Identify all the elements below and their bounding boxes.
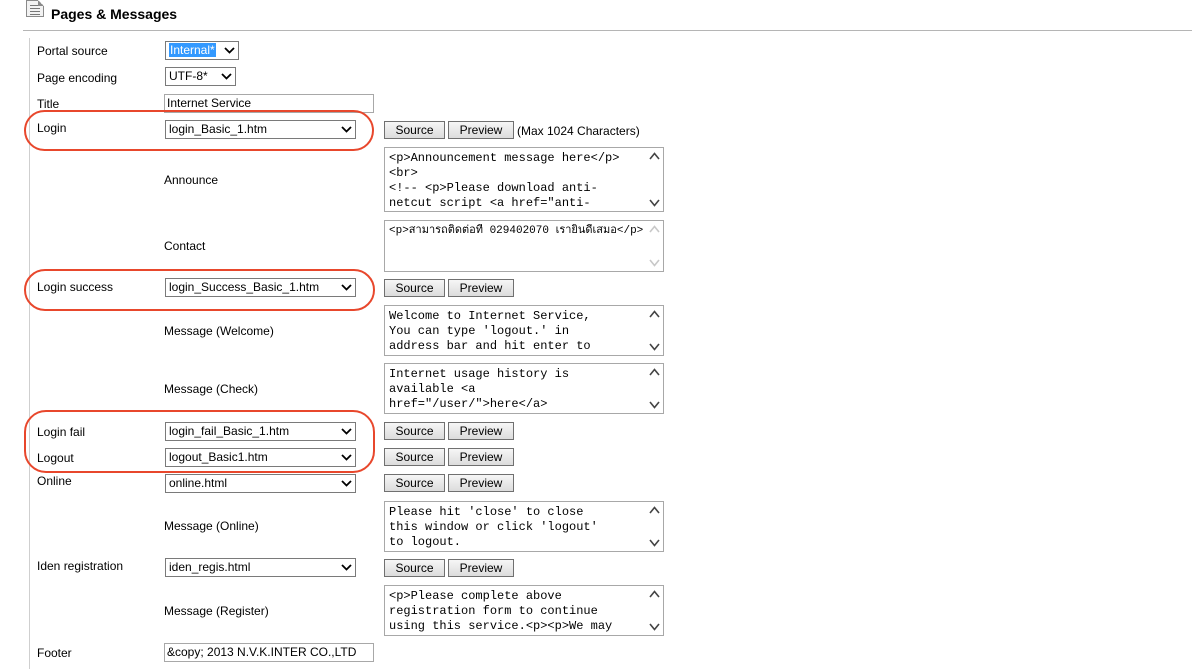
header-divider <box>23 30 1192 31</box>
title-input[interactable]: Internet Service <box>164 94 374 113</box>
chevron-down-icon[interactable] <box>649 199 660 207</box>
login-success-source-button[interactable]: Source <box>384 279 445 297</box>
page-title: Pages & Messages <box>51 6 178 22</box>
login-success-page-select[interactable]: login_Success_Basic_1.htm <box>165 278 356 297</box>
contact-text: <p>สามารถติดต่อที่ 029402070 เรายินดีเสม… <box>389 225 643 237</box>
chevron-down-icon <box>339 559 353 576</box>
login-preview-button[interactable]: Preview <box>448 121 514 139</box>
portal-source-value: Internal* <box>169 43 216 57</box>
chevron-down-icon[interactable] <box>649 401 660 409</box>
message-register-label: Message (Register) <box>164 604 269 618</box>
message-online-text: Please hit 'close' to close this window … <box>389 505 598 549</box>
login-success-label: Login success <box>37 280 114 294</box>
title-label: Title <box>37 97 60 111</box>
iden-registration-page-select[interactable]: iden_regis.html <box>165 558 356 577</box>
chevron-down-icon <box>339 423 353 440</box>
iden-registration-preview-button[interactable]: Preview <box>448 559 514 577</box>
scrollbar[interactable] <box>646 306 663 355</box>
contact-textarea[interactable]: <p>สามารถติดต่อที่ 029402070 เรายินดีเสม… <box>384 220 664 272</box>
login-fail-preview-button[interactable]: Preview <box>448 422 514 440</box>
max-characters-note: (Max 1024 Characters) <box>517 124 640 138</box>
login-source-button[interactable]: Source <box>384 121 445 139</box>
chevron-up-icon[interactable] <box>649 506 660 514</box>
scrollbar[interactable] <box>646 364 663 413</box>
chevron-up-icon[interactable] <box>649 590 660 598</box>
contact-label: Contact <box>164 239 206 253</box>
message-check-textarea[interactable]: Internet usage history is available <a h… <box>384 363 664 414</box>
logout-page-select[interactable]: logout_Basic1.htm <box>165 448 356 467</box>
login-fail-label: Login fail <box>37 425 86 439</box>
chevron-up-icon[interactable] <box>649 152 660 160</box>
logout-preview-button[interactable]: Preview <box>448 448 514 466</box>
message-register-text: <p>Please complete above registration fo… <box>389 589 613 633</box>
message-online-textarea[interactable]: Please hit 'close' to close this window … <box>384 501 664 552</box>
login-success-preview-button[interactable]: Preview <box>448 279 514 297</box>
online-preview-button[interactable]: Preview <box>448 474 514 492</box>
online-source-button[interactable]: Source <box>384 474 445 492</box>
portal-source-select[interactable]: Internal* <box>165 41 239 60</box>
page-encoding-value: UTF-8* <box>169 69 208 83</box>
chevron-down-icon <box>339 121 353 138</box>
message-check-label: Message (Check) <box>164 382 259 396</box>
message-register-textarea[interactable]: <p>Please complete above registration fo… <box>384 585 664 636</box>
online-page-value: online.html <box>169 476 228 490</box>
pages-messages-page: Pages & Messages Portal source Internal*… <box>0 0 1192 669</box>
announce-label: Announce <box>164 173 219 187</box>
chevron-down-icon <box>339 279 353 296</box>
chevron-down-icon[interactable] <box>649 539 660 547</box>
online-label: Online <box>37 474 72 488</box>
chevron-down-icon[interactable] <box>649 343 660 351</box>
scrollbar[interactable] <box>646 586 663 635</box>
chevron-up-icon[interactable] <box>649 368 660 376</box>
message-welcome-label: Message (Welcome) <box>164 324 274 338</box>
scrollbar[interactable] <box>646 221 663 271</box>
message-welcome-text: Welcome to Internet Service, You can typ… <box>389 309 591 353</box>
page-encoding-select[interactable]: UTF-8* <box>165 67 236 86</box>
message-check-text: Internet usage history is available <a h… <box>389 367 570 411</box>
online-page-select[interactable]: online.html <box>165 474 356 493</box>
chevron-down-icon[interactable] <box>649 259 660 267</box>
login-fail-source-button[interactable]: Source <box>384 422 445 440</box>
chevron-down-icon <box>219 68 233 85</box>
scrollbar[interactable] <box>646 148 663 211</box>
iden-registration-source-button[interactable]: Source <box>384 559 445 577</box>
logout-page-value: logout_Basic1.htm <box>169 450 268 464</box>
iden-registration-label: Iden registration <box>37 559 124 573</box>
logout-label: Logout <box>37 451 74 465</box>
login-page-select[interactable]: login_Basic_1.htm <box>165 120 356 139</box>
announce-textarea[interactable]: <p>Announcement message here</p> <br> <!… <box>384 147 664 212</box>
login-fail-page-value: login_fail_Basic_1.htm <box>169 424 290 438</box>
footer-label: Footer <box>37 646 72 660</box>
chevron-down-icon[interactable] <box>649 623 660 631</box>
footer-input[interactable]: &copy; 2013 N.V.K.INTER CO.,LTD <box>164 643 374 662</box>
message-online-label: Message (Online) <box>164 519 259 533</box>
chevron-down-icon <box>339 449 353 466</box>
login-label: Login <box>37 121 67 135</box>
chevron-up-icon[interactable] <box>649 225 660 233</box>
scrollbar[interactable] <box>646 502 663 551</box>
login-success-page-value: login_Success_Basic_1.htm <box>169 280 320 294</box>
message-welcome-textarea[interactable]: Welcome to Internet Service, You can typ… <box>384 305 664 356</box>
iden-registration-page-value: iden_regis.html <box>169 560 251 574</box>
announce-text: <p>Announcement message here</p> <br> <!… <box>389 151 620 210</box>
chevron-up-icon[interactable] <box>649 310 660 318</box>
chevron-down-icon <box>222 42 236 59</box>
document-icon <box>26 0 44 17</box>
left-border <box>29 38 30 669</box>
login-fail-page-select[interactable]: login_fail_Basic_1.htm <box>165 422 356 441</box>
portal-source-label: Portal source <box>37 44 108 58</box>
logout-source-button[interactable]: Source <box>384 448 445 466</box>
chevron-down-icon <box>339 475 353 492</box>
login-page-value: login_Basic_1.htm <box>169 122 268 136</box>
page-encoding-label: Page encoding <box>37 71 118 85</box>
